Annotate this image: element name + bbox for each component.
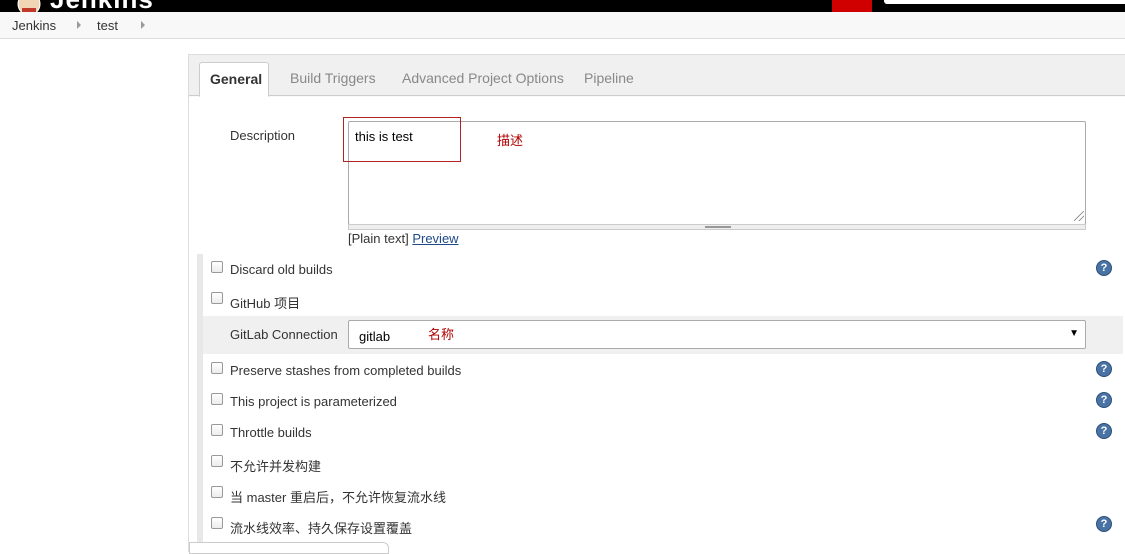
annotation-box xyxy=(343,117,461,162)
plain-text-label: [Plain text] xyxy=(348,231,409,246)
preserve-stashes-label: Preserve stashes from completed builds xyxy=(230,363,462,378)
logo-text[interactable]: Jenkins xyxy=(50,0,154,12)
textarea-drag-bar[interactable] xyxy=(348,224,1086,230)
no-resume-pipeline-label: 当 master 重启后，不允许恢复流水线 xyxy=(230,490,446,505)
tab-build-triggers[interactable]: Build Triggers xyxy=(290,70,376,86)
throttle-builds-label: Throttle builds xyxy=(230,425,312,440)
tab-bar: Build Triggers Advanced Project Options … xyxy=(189,55,1125,96)
jenkins-logo-icon[interactable] xyxy=(12,0,46,12)
tab-pipeline[interactable]: Pipeline xyxy=(584,70,634,86)
top-header: Jenkins xyxy=(0,0,1125,12)
durability-override-label: 流水线效率、持久保存设置覆盖 xyxy=(230,521,413,536)
format-hint: [Plain text] Preview xyxy=(348,231,459,246)
no-concurrent-builds-label: 不允许并发构建 xyxy=(230,459,322,474)
tab-general-label: General xyxy=(210,71,263,87)
resize-grip-icon[interactable] xyxy=(1074,211,1084,221)
breadcrumb-item-jenkins[interactable]: Jenkins xyxy=(12,18,56,33)
discard-old-builds-checkbox[interactable] xyxy=(211,261,223,273)
alert-button[interactable] xyxy=(832,0,872,12)
dropdown-caret-icon: ▼ xyxy=(1069,328,1079,339)
tab-general[interactable]: General xyxy=(199,62,269,97)
github-project-label: GitHub 项目 xyxy=(230,296,301,311)
preserve-stashes-checkbox[interactable] xyxy=(211,362,223,374)
preview-link[interactable]: Preview xyxy=(412,231,458,246)
help-icon[interactable]: ? xyxy=(1096,423,1112,439)
durability-override-checkbox[interactable] xyxy=(211,517,223,529)
tab-advanced-project-options[interactable]: Advanced Project Options xyxy=(402,70,564,86)
parameterized-checkbox[interactable] xyxy=(211,393,223,405)
help-icon[interactable]: ? xyxy=(1096,392,1112,408)
no-resume-pipeline-checkbox[interactable] xyxy=(211,486,223,498)
breadcrumb-item-test[interactable]: test xyxy=(97,18,118,33)
description-annotation: 描述 xyxy=(497,133,524,148)
gitlab-connection-select[interactable]: gitlab ▼ xyxy=(348,320,1086,349)
gitlab-selected-value: gitlab xyxy=(359,329,391,344)
no-concurrent-builds-checkbox[interactable] xyxy=(211,455,223,467)
breadcrumb-arrow-icon[interactable] xyxy=(77,21,81,29)
throttle-builds-checkbox[interactable] xyxy=(211,424,223,436)
description-label: Description xyxy=(230,128,296,143)
gitlab-annotation: 名称 xyxy=(428,327,455,342)
breadcrumb: Jenkins test xyxy=(0,12,1125,39)
parameterized-label: This project is parameterized xyxy=(230,394,397,409)
bottom-panel-edge xyxy=(189,542,389,554)
github-project-checkbox[interactable] xyxy=(211,292,223,304)
help-icon[interactable]: ? xyxy=(1096,260,1112,276)
discard-old-builds-label: Discard old builds xyxy=(230,262,333,277)
gitlab-connection-label: GitLab Connection xyxy=(230,327,338,342)
breadcrumb-arrow-icon[interactable] xyxy=(141,21,145,29)
help-icon[interactable]: ? xyxy=(1096,361,1112,377)
section-indicator xyxy=(197,254,203,552)
search-input[interactable] xyxy=(884,0,1125,4)
help-icon[interactable]: ? xyxy=(1096,516,1112,532)
